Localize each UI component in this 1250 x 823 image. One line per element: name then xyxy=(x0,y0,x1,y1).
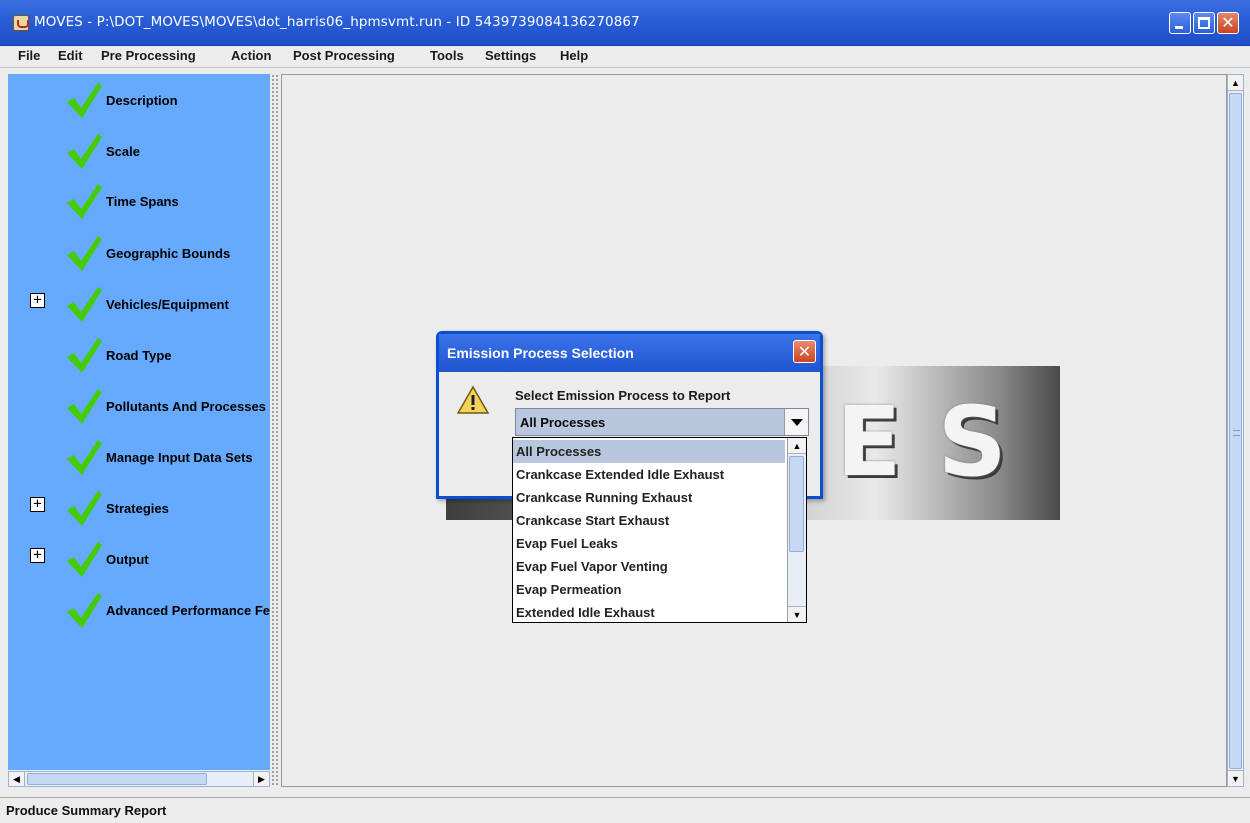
main-vertical-scrollbar[interactable]: ▲ ▼ xyxy=(1227,74,1244,787)
sidebar-item-vehicles-equipment[interactable]: + Vehicles/Equipment xyxy=(8,282,270,326)
checkmark-icon xyxy=(67,491,102,526)
sidebar-item-manage-input-data-sets[interactable]: Manage Input Data Sets xyxy=(8,435,270,479)
window-title: MOVES - P:\DOT_MOVES\MOVES\dot_harris06_… xyxy=(34,14,640,30)
sidebar-item-label: Vehicles/Equipment xyxy=(106,297,229,312)
sidebar-item-label: Output xyxy=(106,552,149,567)
dropdown-option[interactable]: Crankcase Running Exhaust xyxy=(513,486,785,509)
sidebar-item-label: Description xyxy=(106,93,178,108)
navigation-sidebar: Description Scale Time Spans Geographic … xyxy=(8,74,270,770)
checkmark-icon xyxy=(67,83,102,118)
sidebar-item-label: Strategies xyxy=(106,501,169,516)
dropdown-option[interactable]: Evap Permeation xyxy=(513,578,785,601)
close-icon: ✕ xyxy=(1221,13,1235,32)
checkmark-icon xyxy=(67,440,102,475)
checkmark-icon xyxy=(67,236,102,271)
scroll-thumb[interactable] xyxy=(1229,93,1242,769)
dialog-title-bar[interactable]: Emission Process Selection ✕ xyxy=(439,334,820,372)
sidebar-item-label: Road Type xyxy=(106,348,172,363)
minimize-icon xyxy=(1175,26,1183,29)
checkmark-icon xyxy=(67,389,102,424)
sidebar-item-time-spans[interactable]: Time Spans xyxy=(8,179,270,223)
combobox-arrow-button[interactable] xyxy=(784,409,808,435)
sidebar-item-advanced-performance-features[interactable]: Advanced Performance Features xyxy=(8,588,270,632)
scroll-down-icon[interactable]: ▼ xyxy=(1228,770,1243,786)
combobox-value: All Processes xyxy=(520,415,606,430)
checkmark-icon xyxy=(67,338,102,373)
dropdown-option[interactable]: Evap Fuel Leaks xyxy=(513,532,785,555)
sidebar-item-label: Geographic Bounds xyxy=(106,246,231,261)
sidebar-item-geographic-bounds[interactable]: Geographic Bounds xyxy=(8,231,270,275)
expand-icon[interactable]: + xyxy=(30,497,45,512)
java-app-icon xyxy=(13,15,29,31)
sidebar-item-label: Advanced Performance Features xyxy=(106,603,270,618)
sidebar-item-road-type[interactable]: Road Type xyxy=(8,333,270,377)
sidebar-item-output[interactable]: + Output xyxy=(8,537,270,581)
sidebar-item-strategies[interactable]: + Strategies xyxy=(8,486,270,530)
dropdown-scrollbar[interactable]: ▲ ▼ xyxy=(787,438,806,622)
menu-action[interactable]: Action xyxy=(231,48,271,63)
sidebar-item-label: Scale xyxy=(106,144,140,159)
checkmark-icon xyxy=(67,593,102,628)
checkmark-icon xyxy=(67,134,102,169)
scroll-thumb[interactable] xyxy=(27,773,207,785)
dialog-close-button[interactable]: ✕ xyxy=(793,340,816,363)
checkmark-icon xyxy=(67,542,102,577)
menu-tools[interactable]: Tools xyxy=(430,48,464,63)
close-icon: ✕ xyxy=(797,342,812,361)
dropdown-option[interactable]: Crankcase Extended Idle Exhaust xyxy=(513,463,785,486)
close-window-button[interactable]: ✕ xyxy=(1217,12,1239,34)
status-text: Produce Summary Report xyxy=(6,803,167,818)
grip-icon xyxy=(1233,430,1240,436)
sidebar-item-label: Time Spans xyxy=(106,194,179,209)
window-title-bar[interactable]: MOVES - P:\DOT_MOVES\MOVES\dot_harris06_… xyxy=(0,0,1250,46)
sidebar-item-label: Manage Input Data Sets xyxy=(106,450,253,465)
scroll-thumb[interactable] xyxy=(789,456,804,552)
menu-help[interactable]: Help xyxy=(560,48,588,63)
dialog-title: Emission Process Selection xyxy=(447,345,634,361)
split-pane-divider[interactable] xyxy=(271,74,279,787)
maximize-icon xyxy=(1198,17,1210,29)
menu-pre-processing[interactable]: Pre Processing xyxy=(101,48,196,63)
sidebar-item-pollutants-and-processes[interactable]: Pollutants And Processes xyxy=(8,384,270,428)
scroll-up-icon[interactable]: ▲ xyxy=(1228,75,1243,91)
scroll-right-icon[interactable]: ▶ xyxy=(253,772,269,786)
maximize-button[interactable] xyxy=(1193,12,1215,34)
scroll-up-icon[interactable]: ▲ xyxy=(788,438,806,454)
dropdown-option[interactable]: Evap Fuel Vapor Venting xyxy=(513,555,785,578)
status-bar: Produce Summary Report xyxy=(0,797,1250,823)
sidebar-item-scale[interactable]: Scale xyxy=(8,129,270,173)
menu-bar: File Edit Pre Processing Action Post Pro… xyxy=(0,46,1250,68)
scroll-left-icon[interactable]: ◀ xyxy=(9,772,25,786)
menu-edit[interactable]: Edit xyxy=(58,48,83,63)
expand-icon[interactable]: + xyxy=(30,548,45,563)
sidebar-item-label: Pollutants And Processes xyxy=(106,399,266,414)
dropdown-option[interactable]: Extended Idle Exhaust xyxy=(513,601,785,624)
dialog-prompt: Select Emission Process to Report xyxy=(515,388,731,403)
menu-file[interactable]: File xyxy=(18,48,40,63)
dropdown-option[interactable]: All Processes xyxy=(513,440,785,463)
expand-icon[interactable]: + xyxy=(30,293,45,308)
scroll-down-icon[interactable]: ▼ xyxy=(788,606,806,622)
sidebar-item-description[interactable]: Description xyxy=(8,78,270,122)
menu-settings[interactable]: Settings xyxy=(485,48,536,63)
logo-text: ES xyxy=(836,386,1043,498)
chevron-down-icon xyxy=(791,419,803,426)
checkmark-icon xyxy=(67,184,102,219)
emission-process-combobox[interactable]: All Processes xyxy=(515,408,809,436)
dropdown-option[interactable]: Crankcase Start Exhaust xyxy=(513,509,785,532)
emission-process-dropdown: All Processes Crankcase Extended Idle Ex… xyxy=(512,437,807,623)
sidebar-horizontal-scrollbar[interactable]: ◀ ▶ xyxy=(8,771,270,787)
minimize-button[interactable] xyxy=(1169,12,1191,34)
checkmark-icon xyxy=(67,287,102,322)
warning-icon xyxy=(457,385,489,414)
menu-post-processing[interactable]: Post Processing xyxy=(293,48,395,63)
